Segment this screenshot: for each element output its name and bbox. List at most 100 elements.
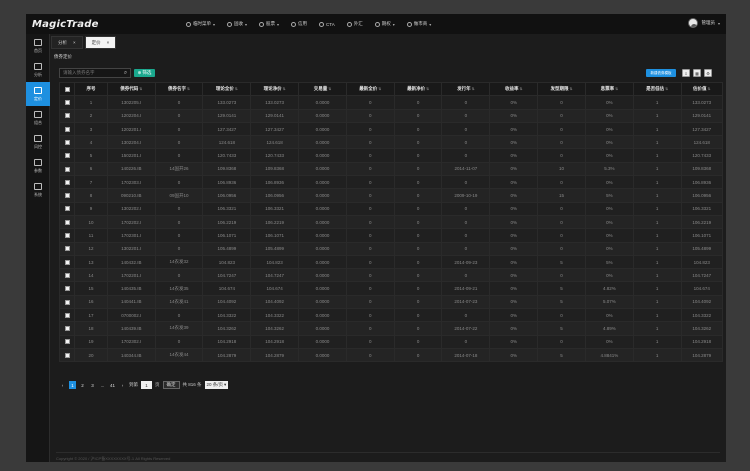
row-checkbox-cell[interactable] (59, 347, 76, 363)
checkbox[interactable] (64, 259, 70, 265)
checkbox[interactable] (64, 286, 70, 292)
table-row[interactable]: 8 090210.IB 09国开10 106.0956 106.0956 0.0000 0 0… (59, 188, 723, 203)
row-checkbox-cell[interactable] (59, 281, 76, 296)
topnav-item[interactable]: 外汇 (346, 21, 363, 27)
checkbox[interactable] (64, 299, 70, 305)
topnav-item[interactable]: 固收 ▾ (227, 21, 247, 27)
page-size-select[interactable]: 20 条/页 ▾ (204, 381, 229, 389)
checkbox[interactable] (64, 233, 70, 239)
tab-pricing[interactable]: 定价 × (84, 36, 117, 49)
column-header[interactable]: 发行年⇅ (441, 82, 491, 97)
checkbox[interactable] (64, 113, 70, 119)
search-icon[interactable]: ⌕ (121, 69, 130, 77)
table-row[interactable]: 2 1202204.I 0 129.0141 129.0141 0.0000 0 0 0 0% 0 0… (59, 108, 723, 123)
checkbox[interactable] (64, 352, 70, 358)
row-checkbox-cell[interactable] (59, 214, 76, 230)
column-header[interactable]: 债券名字⇅ (154, 82, 204, 97)
column-header[interactable]: 收益率⇅ (489, 82, 539, 97)
table-row[interactable]: 15 140435.IB 14农发35 104.674 104.674 0.0000 0 0 2… (59, 281, 723, 296)
sort-icon[interactable]: ⇅ (708, 87, 711, 91)
sort-icon[interactable]: ⇅ (139, 87, 142, 91)
close-icon[interactable]: × (107, 40, 110, 45)
topnav-item[interactable]: 信用 (291, 21, 307, 27)
checkbox[interactable] (64, 246, 70, 252)
table-row[interactable]: 18 140439.IB 14农发39 104.3262 104.3262 0.0000 0… (59, 321, 723, 336)
table-row[interactable]: 14 1702201.I 0 104.7247 104.7247 0.0000 0 0 0 0% 0… (59, 268, 723, 283)
checkbox[interactable] (64, 166, 70, 172)
go-button[interactable]: 确定 (162, 381, 180, 389)
sort-icon[interactable]: ⇅ (519, 87, 522, 91)
checkbox[interactable] (64, 339, 70, 345)
column-header[interactable]: 最新全价⇅ (345, 82, 395, 97)
table-row[interactable]: 19 1702302.I 0 104.2918 104.2918 0.0000 0 0 0 0% 0… (59, 334, 723, 349)
topnav-item[interactable]: 期权 ▾ (374, 21, 395, 27)
checkbox[interactable] (64, 86, 70, 92)
row-checkbox-cell[interactable] (59, 321, 76, 336)
row-checkbox-cell[interactable] (59, 254, 76, 270)
checkbox[interactable] (64, 100, 70, 106)
row-checkbox-cell[interactable] (59, 241, 76, 256)
sort-icon[interactable]: ⇅ (328, 87, 331, 91)
sort-icon[interactable]: ⇅ (665, 87, 668, 91)
sidebar-item[interactable]: 分析 (26, 58, 50, 82)
row-checkbox-cell[interactable] (59, 228, 76, 243)
row-checkbox-cell[interactable] (59, 175, 76, 190)
topnav-item[interactable]: 做市商 ▾ (406, 21, 431, 27)
table-row[interactable]: 6 140226.IB 14国开26 109.8368 109.8368 0.0000 0 0… (59, 161, 723, 177)
sidebar-item[interactable]: 组合 (26, 106, 50, 130)
sidebar-item[interactable]: 定价 (26, 82, 50, 106)
table-row[interactable]: 3 1202201.I 0 127.3427 127.3427 0.0000 0 0 0 0% 0 0… (59, 121, 723, 137)
table-row[interactable]: 10 1702202.I 0 106.2219 106.2219 0.0000 0 0 0 0% 0… (59, 214, 723, 230)
column-header[interactable]: 发型期限⇅ (537, 82, 586, 97)
table-row[interactable]: 7 1702303.I 0 106.8936 106.8936 0.0000 0 0 0 0% 0 0… (59, 175, 723, 190)
row-checkbox-cell[interactable] (59, 188, 76, 203)
topnav-item[interactable]: CTA (319, 21, 335, 27)
tab-analysis[interactable]: 分析 × (51, 36, 83, 49)
page-button[interactable]: 2 (79, 381, 86, 389)
checkbox[interactable] (64, 219, 70, 225)
user-menu[interactable]: 管理员 ▾ (688, 18, 720, 28)
table-row[interactable]: 4 1302204.I 0 124.618 124.618 0.0000 0 0 0 0% 0 0% 1… (59, 135, 723, 150)
checkbox[interactable] (64, 272, 70, 278)
settings-icon[interactable]: ⚙ (704, 69, 712, 77)
checkbox[interactable] (64, 139, 70, 145)
row-checkbox-cell[interactable] (59, 161, 76, 177)
row-checkbox-cell[interactable] (59, 108, 76, 123)
column-header[interactable]: 债券代码⇅ (106, 82, 156, 97)
sort-icon[interactable]: ⇅ (378, 87, 381, 91)
sort-icon[interactable]: ⇅ (187, 87, 190, 91)
next-page-button[interactable]: › (119, 381, 126, 389)
checkbox[interactable] (64, 326, 70, 332)
sort-icon[interactable]: ⇅ (283, 87, 286, 91)
column-header[interactable]: 估价值⇅ (680, 82, 723, 97)
sort-icon[interactable]: ⇅ (426, 87, 429, 91)
table-row[interactable]: 13 140432.IB 14农发32 104.823 104.823 0.0000 0 0 2… (59, 254, 723, 270)
print-icon[interactable]: ▦ (693, 69, 701, 77)
close-icon[interactable]: × (73, 40, 76, 45)
sidebar-item[interactable]: 参数 (26, 154, 50, 178)
export-icon[interactable]: ⇩ (682, 69, 690, 77)
sort-icon[interactable]: ⇅ (235, 87, 238, 91)
checkbox[interactable] (64, 206, 70, 212)
table-row[interactable]: 5 1502201.I 0 120.7433 120.7433 0.0000 0 0 0 0% 0 0… (59, 148, 723, 163)
sidebar-item[interactable]: 风控 (26, 130, 50, 154)
row-checkbox-cell[interactable] (59, 268, 76, 283)
page-number-input[interactable]: 1 (141, 381, 152, 389)
column-header[interactable]: 理论净价⇅ (250, 82, 300, 97)
table-row[interactable]: 16 140441.IB 14农发41 104.4092 104.4092 0.0000 0… (59, 294, 723, 310)
row-checkbox-cell[interactable] (59, 148, 76, 163)
checkbox[interactable] (64, 312, 70, 318)
topnav-item[interactable]: 临时菜单 ▾ (186, 21, 215, 27)
sort-icon[interactable]: ⇅ (615, 87, 618, 91)
page-button[interactable]: 41 (109, 381, 116, 389)
sort-icon[interactable]: ⇅ (570, 87, 573, 91)
column-header[interactable]: 最新净价⇅ (393, 82, 443, 97)
checkbox[interactable] (64, 193, 70, 199)
topnav-item[interactable]: 股票 ▾ (259, 21, 279, 27)
table-row[interactable]: 12 1302201.I 0 105.4899 105.4899 0.0000 0 0 0 0% 0… (59, 241, 723, 256)
checkbox[interactable] (64, 153, 70, 159)
search-box[interactable]: 请输入债券名字 ⌕ (59, 68, 131, 78)
row-checkbox-cell[interactable] (59, 334, 76, 349)
column-header[interactable]: 是否低估⇅ (632, 82, 682, 97)
table-row[interactable]: 11 1702301.I 0 106.1071 106.1071 0.0000 0 0 0 0% 0… (59, 228, 723, 243)
